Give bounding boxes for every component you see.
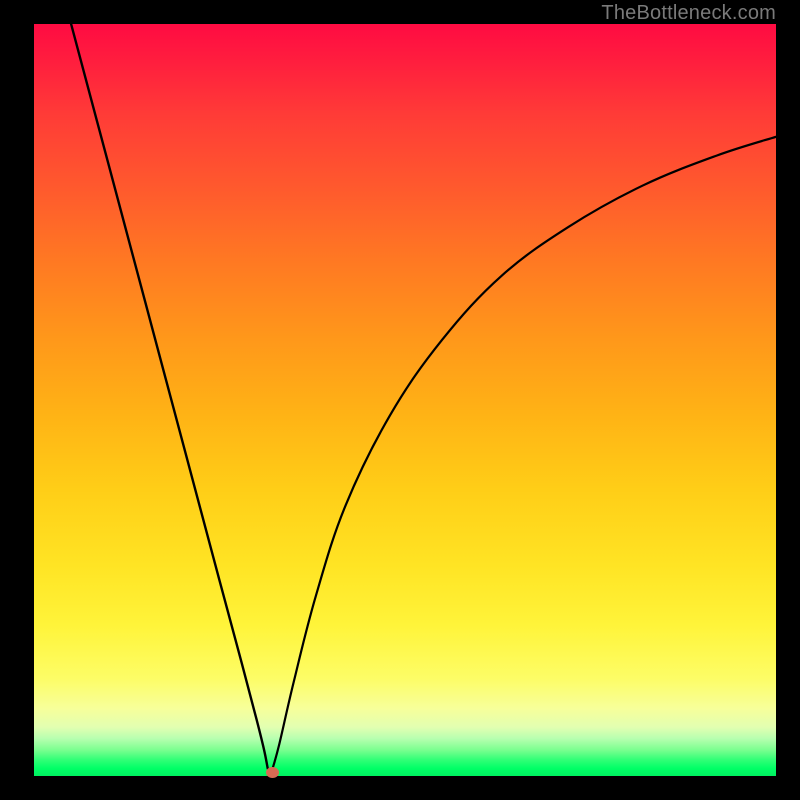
curve-left-branch bbox=[71, 24, 268, 768]
plot-area bbox=[34, 24, 776, 776]
watermark-text: TheBottleneck.com bbox=[601, 2, 776, 25]
chart-frame: TheBottleneck.com bbox=[0, 0, 800, 800]
curve-right-branch bbox=[271, 137, 776, 772]
bottleneck-curve bbox=[34, 24, 776, 776]
optimal-point-marker bbox=[266, 767, 279, 778]
